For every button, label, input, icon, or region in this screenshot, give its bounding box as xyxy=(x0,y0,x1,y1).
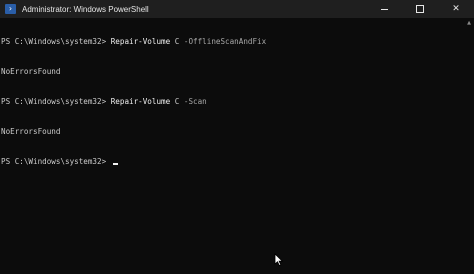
close-icon: ✕ xyxy=(452,4,460,14)
close-button[interactable]: ✕ xyxy=(438,0,474,18)
command-parameter: -OfflineScanAndFix xyxy=(183,37,267,46)
window-controls: ✕ xyxy=(366,0,474,18)
prompt: PS C:\Windows\system32> xyxy=(1,157,111,166)
command-output: NoErrorsFound xyxy=(1,67,61,76)
command-parameter: -Scan xyxy=(183,97,207,106)
minimize-button[interactable] xyxy=(366,0,402,18)
maximize-button[interactable] xyxy=(402,0,438,18)
console-line: PS C:\Windows\system32> xyxy=(1,157,463,167)
console-line: NoErrorsFound xyxy=(1,67,463,77)
maximize-icon xyxy=(416,5,424,13)
command: Repair-Volume xyxy=(110,97,171,106)
command-output: NoErrorsFound xyxy=(1,127,61,136)
command-args: C xyxy=(170,97,184,106)
mouse-pointer-icon xyxy=(274,253,284,267)
console-line: PS C:\Windows\system32> Repair-Volume C … xyxy=(1,37,463,47)
minimize-icon xyxy=(380,8,388,10)
console-line: NoErrorsFound xyxy=(1,127,463,137)
console-line: PS C:\Windows\system32> Repair-Volume C … xyxy=(1,97,463,107)
prompt: PS C:\Windows\system32> xyxy=(1,37,111,46)
powershell-icon: › xyxy=(5,4,16,14)
command: Repair-Volume xyxy=(110,37,171,46)
window-title: Administrator: Windows PowerShell xyxy=(22,4,149,14)
text-cursor xyxy=(112,163,118,165)
command-args: C xyxy=(170,37,184,46)
title-bar[interactable]: › Administrator: Windows PowerShell ✕ xyxy=(0,0,474,18)
scroll-up-arrow-icon[interactable]: ▲ xyxy=(467,20,471,26)
prompt: PS C:\Windows\system32> xyxy=(1,97,111,106)
console-output[interactable]: PS C:\Windows\system32> Repair-Volume C … xyxy=(1,17,463,274)
